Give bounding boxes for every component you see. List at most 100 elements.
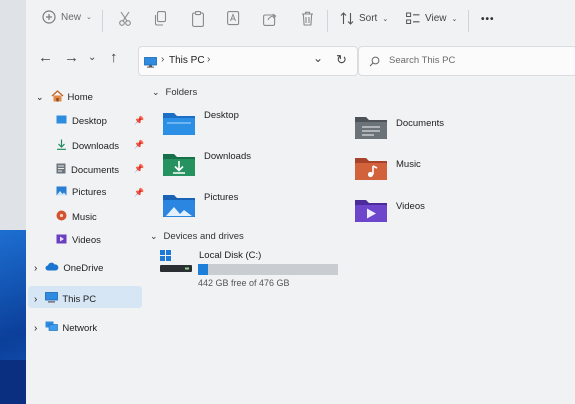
sidebar-item-videos[interactable]: Videos (56, 234, 101, 247)
sidebar-item-label: Videos (72, 235, 101, 246)
chevron-right-icon: › (34, 262, 38, 274)
downloads-folder-icon (162, 151, 196, 180)
drive-usage-fill (198, 264, 208, 275)
delete-button[interactable] (301, 11, 314, 26)
address-dropdown-icon[interactable]: ⌄ (313, 51, 323, 65)
sidebar-item-desktop[interactable]: Desktop (56, 115, 107, 127)
refresh-icon[interactable]: ↻ (336, 52, 347, 68)
desktop-icon (56, 115, 67, 127)
home-icon (51, 90, 64, 105)
sidebar-item-label: This PC (62, 293, 97, 305)
pin-icon[interactable]: 📌 (134, 116, 144, 125)
monitor-icon (45, 292, 59, 306)
folder-label: Pictures (204, 192, 239, 203)
download-icon (56, 139, 67, 153)
pin-icon[interactable]: 📌 (134, 164, 144, 173)
arrow-right-icon: → (64, 49, 79, 66)
chevron-right-icon: › (34, 293, 38, 305)
search-input[interactable]: Search This PC (389, 55, 455, 66)
sort-button[interactable]: Sort ⌄ (340, 12, 388, 25)
folder-label: Desktop (204, 110, 239, 121)
pictures-folder-icon (162, 192, 196, 221)
folder-music[interactable]: Music (354, 155, 421, 184)
forward-button[interactable]: → (64, 49, 79, 66)
chevron-down-icon: ⌄ (451, 15, 458, 23)
folder-label: Downloads (204, 151, 251, 162)
toolbar-divider (468, 10, 469, 32)
drive-c[interactable]: Local Disk (C:) 442 GB free of 476 GB (160, 248, 340, 290)
copy-button[interactable] (154, 11, 167, 26)
trash-icon (301, 11, 314, 26)
pin-icon[interactable]: 📌 (134, 188, 144, 197)
clipboard-icon (192, 11, 204, 27)
picture-icon (56, 186, 67, 199)
music-icon (56, 210, 67, 224)
sidebar-item-music[interactable]: Music (56, 210, 97, 224)
chevron-down-icon: ⌄ (150, 231, 158, 241)
rename-button[interactable] (227, 11, 241, 26)
folder-documents[interactable]: Documents (354, 114, 444, 143)
sidebar-item-home[interactable]: ⌄ Home (36, 90, 93, 105)
file-explorer-window: New ⌄ Sort ⌄ View ⌄ ••• ← → ⌄ ↑ › This P… (26, 0, 575, 404)
toolbar-divider (327, 10, 328, 32)
view-list-icon (406, 12, 420, 25)
folder-desktop[interactable]: Desktop (162, 110, 239, 139)
drive-free-space: 442 GB free of 476 GB (198, 278, 290, 288)
sidebar-item-network[interactable]: › Network (34, 321, 97, 335)
chevron-right-icon: › (161, 54, 165, 65)
share-icon (263, 11, 277, 26)
folder-videos[interactable]: Videos (354, 197, 425, 226)
sidebar-item-label: OneDrive (63, 262, 104, 274)
video-icon (56, 234, 67, 247)
search-box[interactable]: Search This PC (358, 46, 575, 76)
sidebar-item-label: Music (72, 211, 97, 223)
desktop-folder-icon (162, 110, 196, 139)
toolbar-divider (102, 10, 103, 32)
chevron-down-icon: ⌄ (382, 15, 389, 23)
scissors-icon (118, 11, 132, 27)
monitor-icon (144, 55, 157, 73)
sort-icon (340, 12, 354, 25)
sidebar-item-this-pc[interactable]: › This PC (34, 292, 96, 306)
address-bar[interactable]: › This PC › ⌄ ↻ (138, 46, 358, 76)
cloud-icon (45, 262, 59, 274)
folder-pictures[interactable]: Pictures (162, 192, 238, 221)
network-icon (45, 321, 59, 335)
pin-icon[interactable]: 📌 (134, 140, 144, 149)
cut-button[interactable] (118, 11, 132, 27)
section-title: Devices and drives (163, 231, 244, 242)
sidebar-item-label: Documents (71, 164, 120, 176)
address-location[interactable]: This PC (169, 55, 205, 66)
share-button[interactable] (263, 11, 277, 26)
new-button[interactable]: New ⌄ (42, 10, 92, 24)
paste-button[interactable] (192, 11, 204, 27)
chevron-down-icon: ⌄ (152, 87, 160, 97)
view-label: View (425, 13, 447, 24)
folder-label: Videos (396, 201, 425, 212)
sidebar-item-label: Downloads (72, 140, 119, 152)
drive-name: Local Disk (C:) (199, 250, 262, 261)
folders-section-header[interactable]: ⌄ Folders (152, 87, 197, 98)
back-button[interactable]: ← (38, 49, 53, 66)
arrow-up-icon: ↑ (110, 49, 118, 66)
new-label: New (61, 11, 82, 23)
recent-locations-button[interactable]: ⌄ (88, 52, 96, 63)
chevron-right-icon: › (34, 322, 38, 334)
sidebar-item-onedrive[interactable]: › OneDrive (34, 262, 103, 274)
view-button[interactable]: View ⌄ (406, 12, 457, 25)
rename-icon (227, 11, 241, 26)
sidebar-item-label: Network (62, 322, 98, 334)
devices-section-header[interactable]: ⌄ Devices and drives (150, 231, 244, 242)
videos-folder-icon (354, 197, 388, 226)
sidebar-item-downloads[interactable]: Downloads (56, 139, 119, 153)
folder-downloads[interactable]: Downloads (162, 151, 251, 180)
sidebar-item-documents[interactable]: Documents (56, 163, 119, 177)
sidebar-item-pictures[interactable]: Pictures (56, 186, 106, 199)
more-options-button[interactable]: ••• (481, 14, 495, 25)
more-options-icon: ••• (481, 14, 495, 25)
arrow-left-icon: ← (38, 49, 53, 66)
sidebar-item-label: Home (67, 92, 93, 103)
chevron-right-icon: › (207, 54, 211, 65)
sidebar-item-label: Pictures (72, 187, 107, 198)
up-button[interactable]: ↑ (110, 49, 118, 66)
